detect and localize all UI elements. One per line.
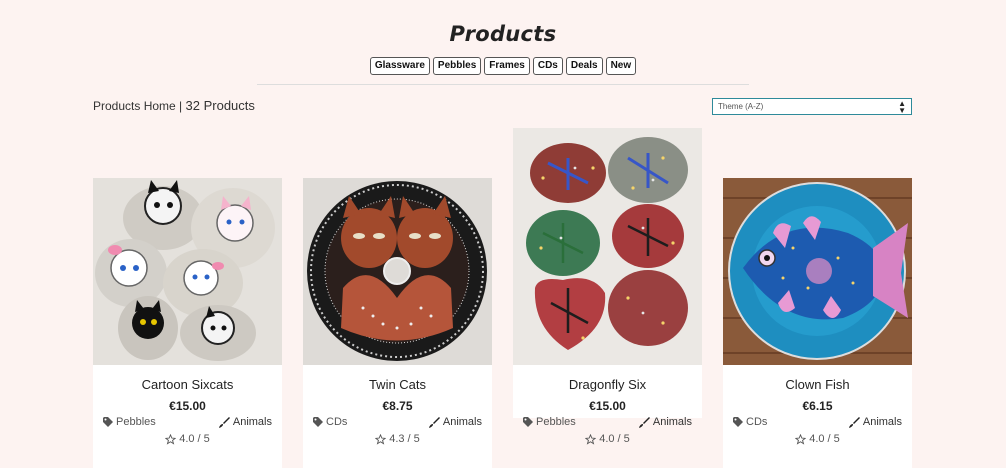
sort-arrows-icon: ▲ ▼ — [898, 99, 906, 115]
star-icon — [375, 433, 387, 445]
category-filter-bar: Glassware Pebbles Frames CDs Deals New — [0, 57, 1006, 75]
category-tag[interactable]: Pebbles — [523, 416, 576, 428]
paintbrush-icon — [428, 416, 440, 428]
product-rating: 4.0 / 5 — [93, 433, 282, 445]
product-price: €8.75 — [382, 399, 413, 413]
rating-value: 4.0 / 5 — [179, 433, 210, 445]
product-name[interactable]: Cartoon Sixcats — [93, 377, 282, 392]
product-image[interactable] — [303, 178, 492, 365]
tag-icon — [523, 417, 533, 428]
product-meta: CDs Animals — [313, 416, 482, 428]
product-rating: 4.3 / 5 — [303, 433, 492, 445]
category-label: CDs — [746, 416, 768, 428]
tag-icon — [313, 417, 323, 428]
theme-tag[interactable]: Animals — [848, 416, 902, 428]
paintbrush-icon — [848, 416, 860, 428]
product-rating: 4.0 / 5 — [723, 433, 912, 445]
paintbrush-icon — [638, 416, 650, 428]
product-meta: Pebbles Animals — [103, 416, 272, 428]
theme-label: Animals — [232, 416, 272, 428]
category-label: Pebbles — [536, 416, 576, 428]
theme-label: Animals — [652, 416, 692, 428]
tag-icon — [733, 417, 743, 428]
page-title: Products — [449, 22, 557, 46]
products-home-link[interactable]: Products Home — [93, 99, 176, 113]
filter-frames-button[interactable]: Frames — [484, 57, 530, 75]
product-image[interactable] — [93, 178, 282, 365]
theme-tag[interactable]: Animals — [218, 416, 272, 428]
product-name[interactable]: Clown Fish — [723, 377, 912, 392]
product-card[interactable]: Clown Fish €6.15 CDs Animals 4.0 / 5 — [723, 178, 912, 468]
header-divider — [257, 84, 749, 85]
theme-tag[interactable]: Animals — [428, 416, 482, 428]
rating-value: 4.3 / 5 — [389, 433, 420, 445]
paintbrush-icon — [218, 416, 230, 428]
product-card[interactable]: Dragonfly Six €15.00 Pebbles Animals 4.0… — [513, 128, 702, 445]
theme-tag[interactable]: Animals — [638, 416, 692, 428]
product-image[interactable] — [723, 178, 912, 365]
product-rating: 4.0 / 5 — [513, 433, 702, 445]
product-price: €15.00 — [169, 399, 206, 413]
breadcrumb-separator: | — [179, 99, 183, 113]
product-meta: Pebbles Animals — [523, 416, 692, 428]
category-label: Pebbles — [116, 416, 156, 428]
theme-label: Animals — [862, 416, 902, 428]
star-icon — [585, 433, 597, 445]
rating-value: 4.0 / 5 — [599, 433, 630, 445]
product-count: 32 Products — [185, 98, 255, 113]
filter-deals-button[interactable]: Deals — [565, 57, 603, 75]
filter-pebbles-button[interactable]: Pebbles — [432, 57, 482, 75]
product-name[interactable]: Dragonfly Six — [513, 377, 702, 392]
theme-label: Animals — [442, 416, 482, 428]
category-tag[interactable]: CDs — [313, 416, 347, 428]
product-image[interactable] — [513, 128, 702, 365]
product-price: €6.15 — [802, 399, 833, 413]
category-tag[interactable]: CDs — [733, 416, 767, 428]
filter-new-button[interactable]: New — [605, 57, 637, 75]
product-card[interactable]: Cartoon Sixcats €15.00 Pebbles Animals 4… — [93, 178, 282, 468]
product-meta: CDs Animals — [733, 416, 902, 428]
filter-glassware-button[interactable]: Glassware — [369, 57, 430, 75]
filter-cds-button[interactable]: CDs — [532, 57, 563, 75]
sort-selected-value: Theme (A-Z) — [718, 102, 764, 111]
category-label: CDs — [326, 416, 348, 428]
star-icon — [165, 433, 177, 445]
rating-value: 4.0 / 5 — [809, 433, 840, 445]
tag-icon — [103, 417, 113, 428]
product-price: €15.00 — [589, 399, 626, 413]
category-tag[interactable]: Pebbles — [103, 416, 156, 428]
breadcrumb: Products Home | 32 Products — [93, 98, 255, 113]
product-name[interactable]: Twin Cats — [303, 377, 492, 392]
sort-select[interactable]: Theme (A-Z) ▲ ▼ — [712, 98, 912, 115]
star-icon — [795, 433, 807, 445]
product-card[interactable]: Twin Cats €8.75 CDs Animals 4.3 / 5 — [303, 178, 492, 468]
